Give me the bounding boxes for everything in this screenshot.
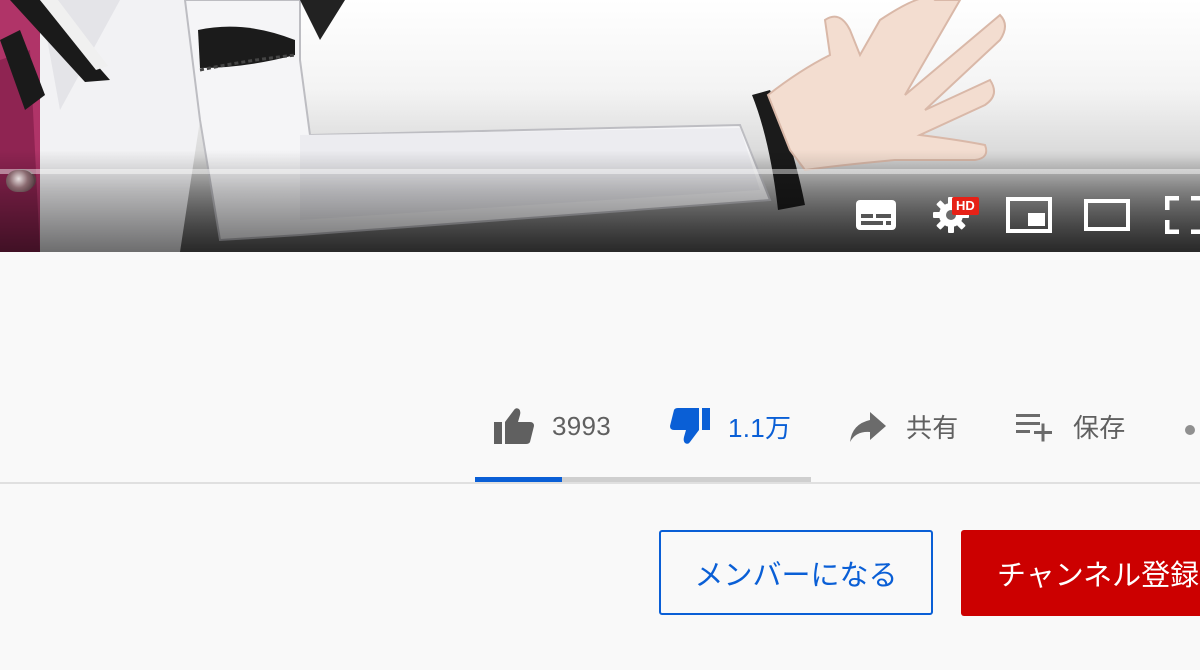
dislike-count: 1.1万 bbox=[728, 412, 792, 443]
share-label: 共有 bbox=[906, 412, 959, 443]
more-dots-icon[interactable] bbox=[1185, 425, 1195, 435]
theater-mode-icon bbox=[1084, 199, 1130, 231]
fullscreen-icon bbox=[1165, 196, 1200, 234]
join-membership-button[interactable]: メンバーになる bbox=[659, 530, 933, 615]
like-button[interactable]: 3993 bbox=[492, 398, 611, 454]
save-button[interactable]: 保存 bbox=[1015, 398, 1126, 454]
dislike-button[interactable]: 1.1万 bbox=[668, 398, 791, 454]
save-label: 保存 bbox=[1073, 412, 1126, 443]
share-button[interactable]: 共有 bbox=[848, 398, 959, 454]
youtube-watch-page: HD 3993 1.1万 共有 保存 メンバーになる チャンネル登録 bbox=[0, 0, 1200, 670]
scrubber-handle[interactable] bbox=[6, 170, 34, 192]
sentiment-like-fill bbox=[475, 477, 563, 482]
miniplayer-button[interactable] bbox=[1004, 190, 1054, 240]
playlist-add-icon bbox=[1016, 414, 1052, 442]
actions-divider bbox=[0, 482, 1200, 484]
fullscreen-button[interactable] bbox=[1160, 190, 1200, 240]
subtitles-button[interactable] bbox=[851, 190, 901, 240]
subtitles-icon bbox=[856, 200, 896, 230]
progress-bar[interactable] bbox=[0, 169, 1200, 174]
miniplayer-icon bbox=[1006, 197, 1052, 233]
theater-mode-button[interactable] bbox=[1082, 190, 1132, 240]
thumbs-up-icon bbox=[494, 408, 534, 444]
hd-badge: HD bbox=[952, 197, 979, 215]
subscribe-button[interactable]: チャンネル登録 bbox=[961, 530, 1200, 616]
like-count: 3993 bbox=[552, 410, 612, 441]
sentiment-bar bbox=[475, 477, 811, 482]
share-arrow-icon bbox=[850, 412, 886, 442]
video-player[interactable]: HD bbox=[0, 0, 1200, 252]
thumbs-down-icon bbox=[670, 408, 710, 444]
